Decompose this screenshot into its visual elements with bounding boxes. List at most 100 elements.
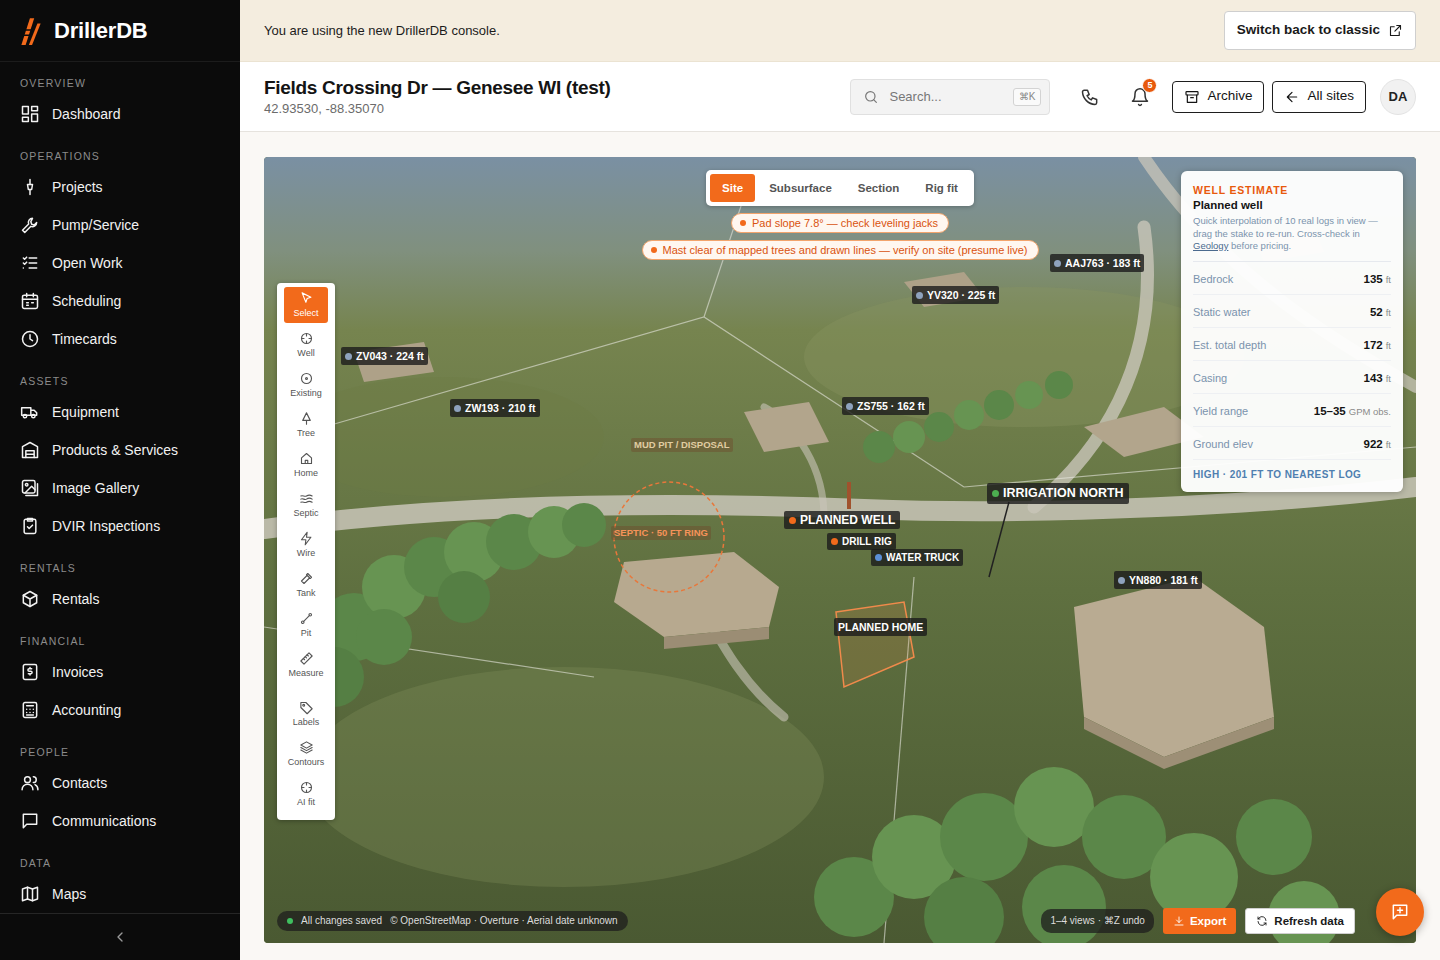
map-pin[interactable]: ZW193 · 210 ft — [450, 399, 540, 417]
map-pin[interactable]: PLANNED WELL — [784, 511, 900, 529]
export-button[interactable]: Export — [1163, 908, 1236, 934]
planned-home-outline[interactable] — [836, 602, 914, 687]
site-map[interactable]: SiteSubsurfaceSectionRig fitPad slope 7.… — [264, 157, 1416, 943]
map-pin[interactable]: YV320 · 225 ft — [912, 286, 999, 304]
sidebar-item[interactable]: Image Gallery — [0, 469, 240, 507]
search-input[interactable] — [887, 86, 1004, 108]
estimate-value-group: 143ft — [1364, 365, 1391, 389]
tool-button[interactable]: Select — [284, 287, 328, 323]
chat-button[interactable] — [1376, 888, 1424, 936]
tool-button[interactable]: Measure — [284, 647, 328, 683]
sidebar-item[interactable]: Timecards — [0, 320, 240, 358]
tool-button[interactable]: Tank — [284, 567, 328, 603]
tool-button[interactable]: Labels — [284, 696, 328, 732]
map-pin[interactable]: DRILL RIG — [827, 533, 896, 550]
tool-label: Labels — [293, 717, 320, 728]
notifications-button[interactable]: 5 — [1122, 79, 1158, 115]
pin-label: PLANNED HOME — [838, 620, 923, 634]
pit-icon — [299, 611, 314, 626]
pin-label: WATER TRUCK — [886, 551, 959, 564]
cube-icon — [20, 589, 40, 609]
sidebar-label: Communications — [52, 811, 156, 832]
phone-button[interactable] — [1072, 79, 1108, 115]
section-heading: RENTALS — [0, 560, 240, 576]
pin-dot — [454, 405, 461, 412]
dashboard-icon — [20, 104, 40, 124]
view-tab[interactable]: Subsurface — [757, 174, 844, 202]
sidebar-section: OPERATIONSProjectsPump/ServiceOpen WorkS… — [0, 133, 240, 358]
sidebar-item[interactable]: DVIR Inspections — [0, 507, 240, 545]
sidebar-item[interactable]: Contacts — [0, 764, 240, 802]
map-pin[interactable]: IRRIGATION NORTH — [987, 483, 1129, 504]
sidebar-item[interactable]: Communications — [0, 802, 240, 840]
map-pin[interactable]: YN880 · 181 ft — [1114, 571, 1202, 589]
sidebar-item[interactable]: Open Work — [0, 244, 240, 282]
tool-button[interactable]: Tree — [284, 407, 328, 443]
estimate-value: 172 — [1364, 339, 1383, 351]
sidebar-item[interactable]: Scheduling — [0, 282, 240, 320]
irrigation-line — [989, 502, 1009, 577]
switch-classic-button[interactable]: Switch back to classic — [1224, 11, 1416, 49]
sidebar-label: Invoices — [52, 662, 103, 683]
clock-icon — [20, 329, 40, 349]
calendar-icon — [20, 291, 40, 311]
tool-button[interactable]: Well — [284, 327, 328, 363]
estimate-label: Bedrock — [1193, 271, 1233, 288]
pin-label: ZS755 · 162 ft — [857, 399, 925, 413]
all-sites-button[interactable]: All sites — [1272, 81, 1366, 113]
sidebar-item[interactable]: Maps — [0, 875, 240, 913]
sidebar-section: RENTALS Rentals — [0, 545, 240, 618]
estimate-value: 922 — [1364, 438, 1383, 450]
map-pin[interactable]: AAJ763 · 183 ft — [1050, 254, 1144, 272]
tool-label: Measure — [288, 668, 323, 679]
sidebar-label: Rentals — [52, 589, 99, 610]
tool-button[interactable]: Existing — [284, 367, 328, 403]
sidebar-item[interactable]: Dashboard — [0, 95, 240, 133]
map-icon — [20, 884, 40, 904]
sidebar-item[interactable]: Rentals — [0, 580, 240, 618]
refresh-button[interactable]: Refresh data — [1245, 908, 1355, 934]
sidebar-item[interactable]: Pump/Service — [0, 206, 240, 244]
sidebar-item[interactable]: Products & Services — [0, 431, 240, 469]
ruler-icon — [299, 651, 314, 666]
tool-button[interactable]: Pit — [284, 607, 328, 643]
view-tab[interactable]: Section — [846, 174, 912, 202]
map-pin[interactable]: WATER TRUCK — [871, 549, 963, 566]
estimate-row: Bedrock135ft — [1193, 262, 1391, 295]
tool-button[interactable]: Septic — [284, 487, 328, 523]
estimate-value: 143 — [1364, 372, 1383, 384]
brand[interactable]: DrillerDB — [0, 0, 240, 62]
sidebar-label: Scheduling — [52, 291, 121, 312]
tool-label: Contours — [288, 757, 325, 768]
view-tab[interactable]: Site — [710, 174, 755, 202]
map-pin[interactable]: PLANNED HOME — [834, 618, 927, 636]
tool-button[interactable]: Contours — [284, 736, 328, 772]
button-label: Switch back to classic — [1237, 20, 1380, 40]
sidebar-item[interactable]: Equipment — [0, 393, 240, 431]
map-pin[interactable]: ZS755 · 162 ft — [842, 397, 929, 415]
collapse-button[interactable] — [0, 913, 240, 960]
tool-button[interactable]: Wire — [284, 527, 328, 563]
geology-link[interactable]: Geology — [1193, 240, 1228, 251]
checklist-icon — [20, 253, 40, 273]
archive-button[interactable]: Archive — [1172, 81, 1264, 113]
truck-icon — [20, 402, 40, 422]
map-pin[interactable]: ZV043 · 224 ft — [341, 347, 428, 365]
view-tab[interactable]: Rig fit — [913, 174, 970, 202]
user-avatar[interactable]: DA — [1380, 79, 1416, 115]
sidebar-item[interactable]: Invoices — [0, 653, 240, 691]
pin-label: IRRIGATION NORTH — [1003, 486, 1124, 501]
well-estimate-card: WELL ESTIMATEPlanned wellQuick interpola… — [1181, 171, 1403, 492]
estimate-value-group: 922ft — [1364, 431, 1391, 455]
map-pin[interactable]: SEPTIC · 50 FT RING — [611, 526, 711, 540]
map-pin[interactable]: MUD PIT / DISPOSAL — [631, 438, 733, 452]
search-box[interactable]: ⌘K — [850, 79, 1050, 115]
houses — [354, 227, 1324, 769]
sidebar-item[interactable]: Projects — [0, 168, 240, 206]
warning-dot — [740, 220, 746, 226]
pin-dot — [831, 538, 838, 545]
tool-button[interactable]: Home — [284, 447, 328, 483]
view-tabs: SiteSubsurfaceSectionRig fit — [706, 170, 974, 206]
sidebar-item[interactable]: Accounting — [0, 691, 240, 729]
tool-button[interactable]: AI fit — [284, 776, 328, 812]
